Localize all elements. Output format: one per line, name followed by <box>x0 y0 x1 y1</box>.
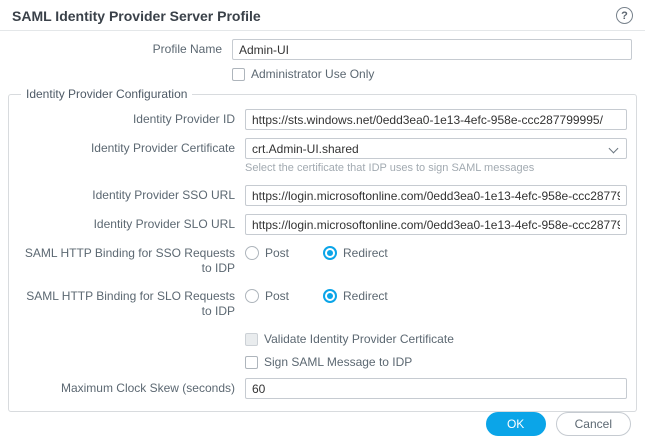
slo-binding-redirect-option[interactable]: Redirect <box>323 289 388 304</box>
validate-idp-cert-label: Validate Identity Provider Certificate <box>264 332 454 347</box>
dialog-footer: OK Cancel <box>0 412 645 448</box>
slo-binding-row: SAML HTTP Binding for SLO Requests to ID… <box>17 288 627 319</box>
validate-idp-cert-checkbox[interactable] <box>245 332 258 346</box>
idp-cert-select[interactable]: crt.Admin-UI.shared <box>245 138 627 159</box>
slo-binding-label: SAML HTTP Binding for SLO Requests to ID… <box>26 289 235 319</box>
radio-icon <box>245 246 259 261</box>
sign-saml-message-label: Sign SAML Message to IDP <box>264 355 413 370</box>
sso-url-row: Identity Provider SSO URL <box>17 185 627 207</box>
idp-cert-help-text: Select the certificate that IDP uses to … <box>245 162 535 174</box>
radio-selected-icon <box>323 289 338 304</box>
idp-id-input[interactable] <box>245 109 627 130</box>
sso-url-label: Identity Provider SSO URL <box>92 188 235 203</box>
sso-binding-post-label: Post <box>265 246 290 261</box>
sso-binding-post-option[interactable]: Post <box>245 246 290 261</box>
sso-binding-redirect-label: Redirect <box>343 246 388 261</box>
slo-url-label: Identity Provider SLO URL <box>93 217 235 232</box>
slo-binding-post-label: Post <box>265 289 290 304</box>
slo-url-row: Identity Provider SLO URL <box>17 214 627 236</box>
identity-provider-configuration-group: Identity Provider Configuration Identity… <box>8 87 637 413</box>
clock-skew-input[interactable] <box>245 378 627 400</box>
cancel-button[interactable]: Cancel <box>555 412 631 437</box>
validate-cert-row: Validate Identity Provider Certificate <box>17 332 627 346</box>
idp-id-row: Identity Provider ID <box>17 109 627 130</box>
idp-id-label: Identity Provider ID <box>132 112 235 126</box>
idp-cert-label: Identity Provider Certificate <box>90 141 235 155</box>
ok-button[interactable]: OK <box>485 412 546 437</box>
chevron-down-icon <box>608 143 619 154</box>
sso-url-input[interactable] <box>245 185 627 207</box>
saml-idp-server-profile-dialog: SAML Identity Provider Server Profile ? … <box>0 0 645 437</box>
slo-url-input[interactable] <box>245 214 627 236</box>
admin-only-row: Administrator Use Only <box>0 67 645 81</box>
sign-saml-row: Sign SAML Message to IDP <box>17 355 627 369</box>
clock-skew-row: Maximum Clock Skew (seconds) <box>17 378 627 400</box>
admin-use-only-checkbox[interactable] <box>232 67 245 81</box>
radio-icon <box>245 289 259 304</box>
sso-binding-redirect-option[interactable]: Redirect <box>323 246 388 261</box>
sign-saml-message-checkbox[interactable] <box>245 355 258 369</box>
idp-cert-selected-value: crt.Admin-UI.shared <box>252 141 359 156</box>
idp-cert-hint-row: Select the certificate that IDP uses to … <box>17 162 627 175</box>
profile-name-input[interactable] <box>232 39 632 60</box>
sso-binding-row: SAML HTTP Binding for SSO Requests to ID… <box>17 245 627 276</box>
slo-binding-post-option[interactable]: Post <box>245 289 290 304</box>
clock-skew-label: Maximum Clock Skew (seconds) <box>60 381 235 396</box>
slo-binding-redirect-label: Redirect <box>343 289 388 304</box>
profile-name-label: Profile Name <box>152 42 222 56</box>
help-icon[interactable]: ? <box>616 7 633 24</box>
dialog-header: SAML Identity Provider Server Profile ? <box>0 0 645 31</box>
radio-selected-icon <box>323 246 338 261</box>
dialog-title: SAML Identity Provider Server Profile <box>12 7 261 24</box>
idp-cert-row: Identity Provider Certificate crt.Admin-… <box>17 138 627 159</box>
profile-name-row: Profile Name <box>0 39 645 60</box>
sso-binding-label: SAML HTTP Binding for SSO Requests to ID… <box>24 246 235 276</box>
group-title: Identity Provider Configuration <box>26 87 188 101</box>
admin-use-only-label: Administrator Use Only <box>251 67 375 81</box>
